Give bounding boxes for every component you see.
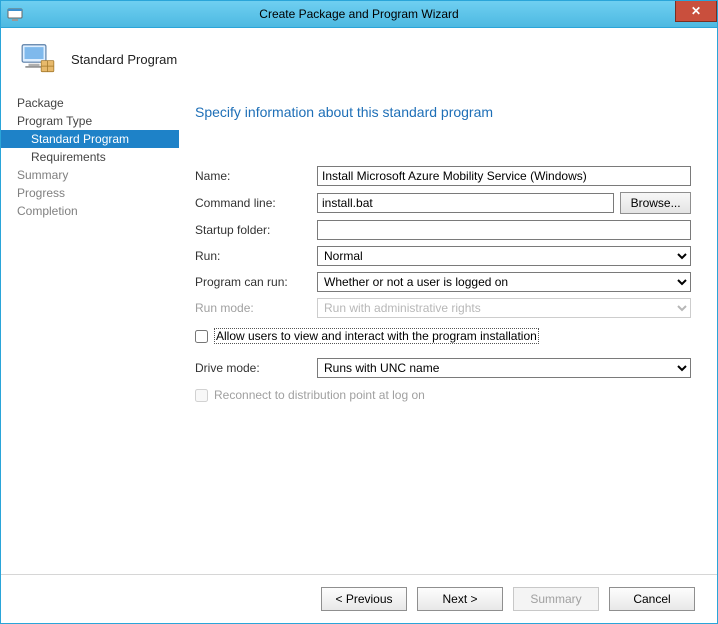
app-icon (7, 6, 23, 22)
label-startup-folder: Startup folder: (195, 223, 317, 237)
program-can-run-select[interactable]: Whether or not a user is logged on (317, 272, 691, 292)
content-pane: Specify information about this standard … (179, 90, 717, 574)
startup-folder-input[interactable] (317, 220, 691, 240)
wizard-body: Package Program Type Standard Program Re… (1, 90, 717, 574)
wizard-footer: < Previous Next > Summary Cancel (1, 574, 717, 623)
nav-item-program-type[interactable]: Program Type (1, 112, 179, 130)
summary-button: Summary (513, 587, 599, 611)
titlebar: Create Package and Program Wizard ✕ (1, 1, 717, 28)
command-line-input[interactable] (317, 193, 614, 213)
nav-item-package[interactable]: Package (1, 94, 179, 112)
nav-item-requirements[interactable]: Requirements (1, 148, 179, 166)
name-input[interactable] (317, 166, 691, 186)
next-button[interactable]: Next > (417, 587, 503, 611)
label-run: Run: (195, 249, 317, 263)
close-icon: ✕ (691, 4, 701, 18)
reconnect-label: Reconnect to distribution point at log o… (214, 388, 425, 402)
previous-button[interactable]: < Previous (321, 587, 407, 611)
wizard-window: Create Package and Program Wizard ✕ Stan… (0, 0, 718, 624)
label-program-can-run: Program can run: (195, 275, 317, 289)
label-drive-mode: Drive mode: (195, 361, 317, 375)
run-mode-select: Run with administrative rights (317, 298, 691, 318)
reconnect-checkbox (195, 389, 208, 402)
label-name: Name: (195, 169, 317, 183)
allow-users-row: Allow users to view and interact with th… (195, 328, 691, 344)
content-heading: Specify information about this standard … (195, 104, 691, 120)
nav-item-completion[interactable]: Completion (1, 202, 179, 220)
label-command-line: Command line: (195, 196, 317, 210)
window-title: Create Package and Program Wizard (1, 7, 717, 21)
nav-item-progress[interactable]: Progress (1, 184, 179, 202)
run-select[interactable]: Normal (317, 246, 691, 266)
cancel-button[interactable]: Cancel (609, 587, 695, 611)
page-title: Standard Program (71, 52, 177, 67)
wizard-header: Standard Program (1, 28, 717, 90)
nav-sidebar: Package Program Type Standard Program Re… (1, 90, 179, 574)
close-button[interactable]: ✕ (675, 1, 717, 22)
drive-mode-select[interactable]: Runs with UNC name (317, 358, 691, 378)
nav-item-summary[interactable]: Summary (1, 166, 179, 184)
allow-users-checkbox[interactable] (195, 330, 208, 343)
allow-users-label: Allow users to view and interact with th… (214, 328, 539, 344)
reconnect-row: Reconnect to distribution point at log o… (195, 388, 691, 402)
monitor-package-icon (19, 40, 57, 78)
label-run-mode: Run mode: (195, 301, 317, 315)
browse-button[interactable]: Browse... (620, 192, 691, 214)
nav-item-standard-program[interactable]: Standard Program (1, 130, 179, 148)
